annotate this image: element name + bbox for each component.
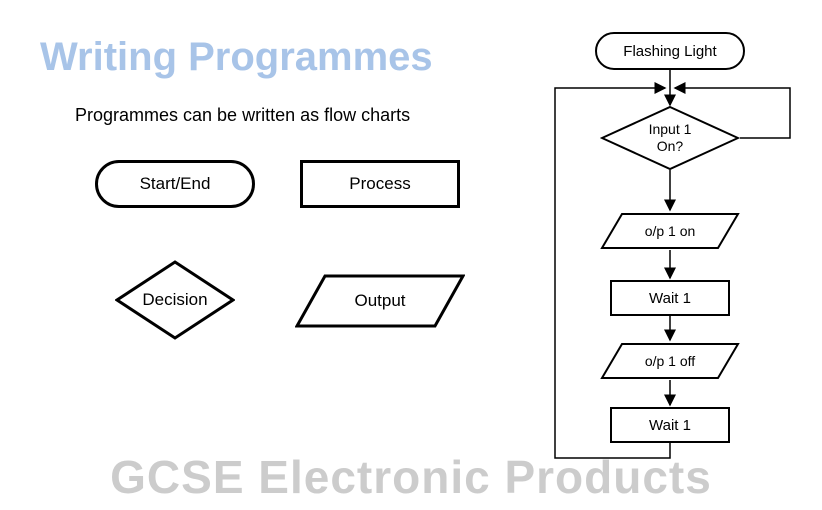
fc-start: Flashing Light — [595, 32, 745, 70]
fc-decision-label: Input 1 On? — [600, 105, 740, 171]
fc-wait1: Wait 1 — [610, 280, 730, 316]
fc-start-label: Flashing Light — [623, 43, 716, 60]
fc-output-off: o/p 1 off — [600, 342, 740, 380]
fc-wait2-label: Wait 1 — [649, 417, 691, 434]
fc-output-on: o/p 1 on — [600, 212, 740, 250]
fc-decision: Input 1 On? — [600, 105, 740, 171]
fc-output-on-label: o/p 1 on — [600, 212, 740, 250]
fc-wait1-label: Wait 1 — [649, 290, 691, 307]
fc-wait2: Wait 1 — [610, 407, 730, 443]
fc-output-off-label: o/p 1 off — [600, 342, 740, 380]
footer-text: GCSE Electronic Products — [0, 450, 822, 504]
